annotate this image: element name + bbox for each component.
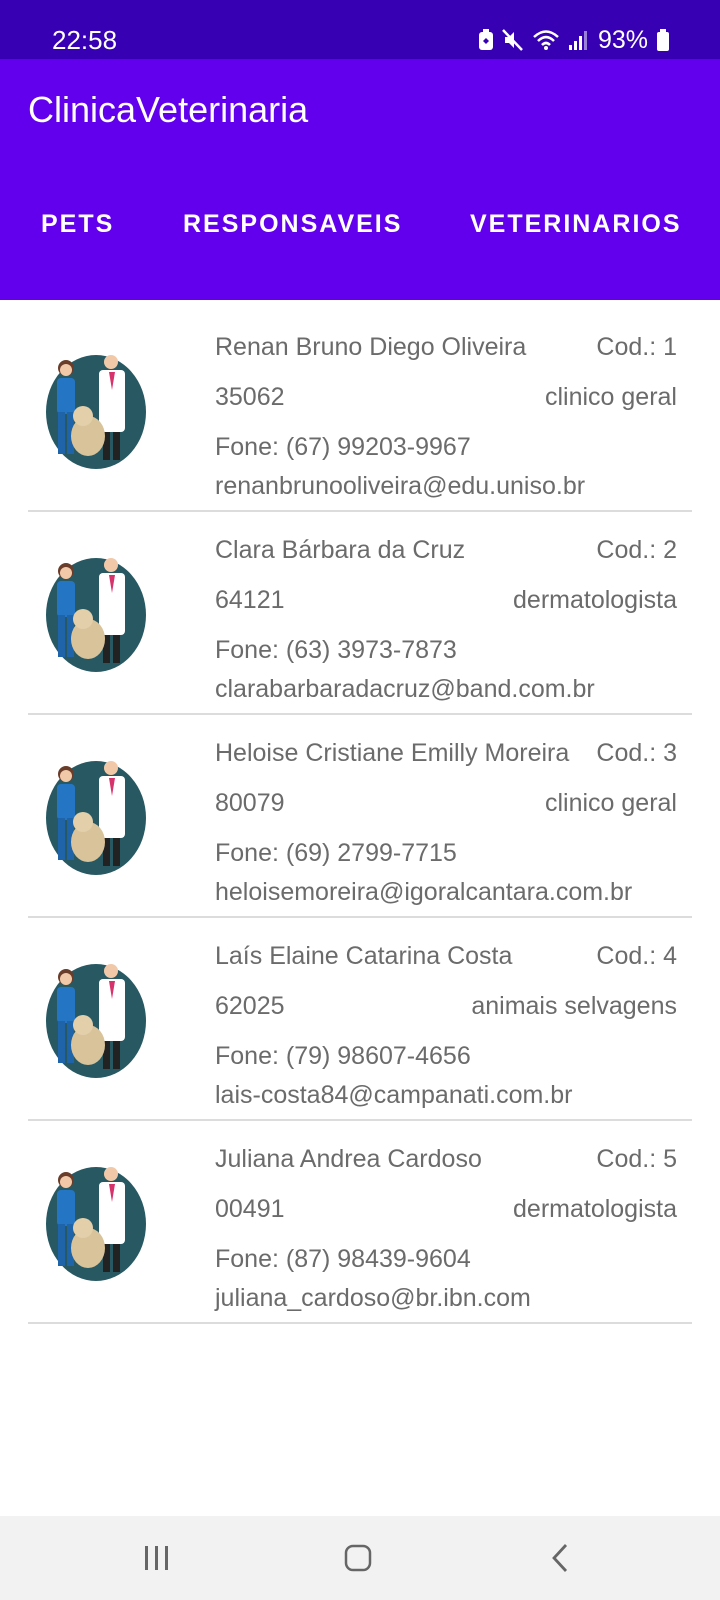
vet-phone: Fone: (63) 3973-7873 <box>215 636 457 664</box>
vet-crmv: 35062 <box>215 383 285 411</box>
wifi-icon <box>532 29 560 51</box>
list-item[interactable]: Heloise Cristiane Emilly Moreira Cod.: 3… <box>0 706 720 918</box>
vet-email: lais-costa84@campanati.com.br <box>215 1081 573 1109</box>
vet-phone: Fone: (87) 98439-9604 <box>215 1245 471 1273</box>
vet-code: Cod.: 4 <box>596 942 677 970</box>
vet-email: juliana_cardoso@br.ibn.com <box>215 1284 531 1312</box>
vet-name: Laís Elaine Catarina Costa <box>215 942 513 970</box>
vet-email: heloisemoreira@igoralcantara.com.br <box>215 878 633 906</box>
battery-percentage: 93% <box>597 25 648 54</box>
tab-veterinarios[interactable]: VETERINARIOS <box>470 210 682 239</box>
status-icons: 93% <box>478 26 670 54</box>
vet-name: Juliana Andrea Cardoso <box>215 1145 482 1173</box>
battery-icon <box>656 29 670 51</box>
status-bar: 22:58 93% <box>0 0 720 59</box>
vet-crmv: 00491 <box>215 1195 285 1223</box>
vet-specialty: dermatologista <box>513 1195 677 1223</box>
list-item[interactable]: Renan Bruno Diego Oliveira Cod.: 1 35062… <box>0 300 720 512</box>
vet-name: Renan Bruno Diego Oliveira <box>215 333 527 361</box>
vet-specialty: dermatologista <box>513 586 677 614</box>
vet-name: Clara Bárbara da Cruz <box>215 536 466 564</box>
vet-specialty: clinico geral <box>544 789 677 817</box>
vet-code: Cod.: 2 <box>596 536 677 564</box>
vet-crmv: 80079 <box>215 789 285 817</box>
vet-code: Cod.: 3 <box>596 739 677 767</box>
tab-responsaveis[interactable]: RESPONSAVEIS <box>183 210 402 239</box>
vet-avatar-icon <box>40 553 147 673</box>
app-bar: ClinicaVeterinaria PETS RESPONSAVEIS VET… <box>0 59 720 300</box>
vet-avatar-icon <box>40 959 147 1079</box>
battery-saver-icon <box>478 29 494 51</box>
vet-specialty: animais selvagens <box>471 992 677 1020</box>
mute-icon <box>502 29 524 51</box>
system-nav-bar <box>0 1516 720 1600</box>
vet-phone: Fone: (69) 2799-7715 <box>215 839 457 867</box>
vet-phone: Fone: (79) 98607-4656 <box>215 1042 471 1070</box>
vet-avatar-icon <box>40 1162 147 1282</box>
list-item[interactable]: Clara Bárbara da Cruz Cod.: 2 64121 derm… <box>0 503 720 715</box>
signal-icon <box>568 29 588 51</box>
list-item[interactable]: Juliana Andrea Cardoso Cod.: 5 00491 der… <box>0 1112 720 1324</box>
vet-phone: Fone: (67) 99203-9967 <box>215 433 471 461</box>
vet-specialty: clinico geral <box>544 383 677 411</box>
vet-code: Cod.: 1 <box>596 333 677 361</box>
vet-email: renanbrunooliveira@edu.uniso.br <box>215 472 586 500</box>
status-time: 22:58 <box>52 25 118 55</box>
home-icon[interactable] <box>313 1516 403 1600</box>
tab-bar: PETS RESPONSAVEIS VETERINARIOS <box>0 59 720 300</box>
recent-apps-icon[interactable] <box>112 1516 202 1600</box>
vet-avatar-icon <box>40 756 147 876</box>
vet-crmv: 64121 <box>215 586 285 614</box>
vet-avatar-icon <box>40 350 147 470</box>
vet-code: Cod.: 5 <box>596 1145 677 1173</box>
vet-name: Heloise Cristiane Emilly Moreira <box>215 739 570 767</box>
vet-email: clarabarbaradacruz@band.com.br <box>215 675 595 703</box>
back-icon[interactable] <box>515 1516 605 1600</box>
divider <box>28 1322 692 1324</box>
vet-crmv: 62025 <box>215 992 285 1020</box>
tab-pets[interactable]: PETS <box>41 210 114 239</box>
list-item[interactable]: Laís Elaine Catarina Costa Cod.: 4 62025… <box>0 909 720 1121</box>
